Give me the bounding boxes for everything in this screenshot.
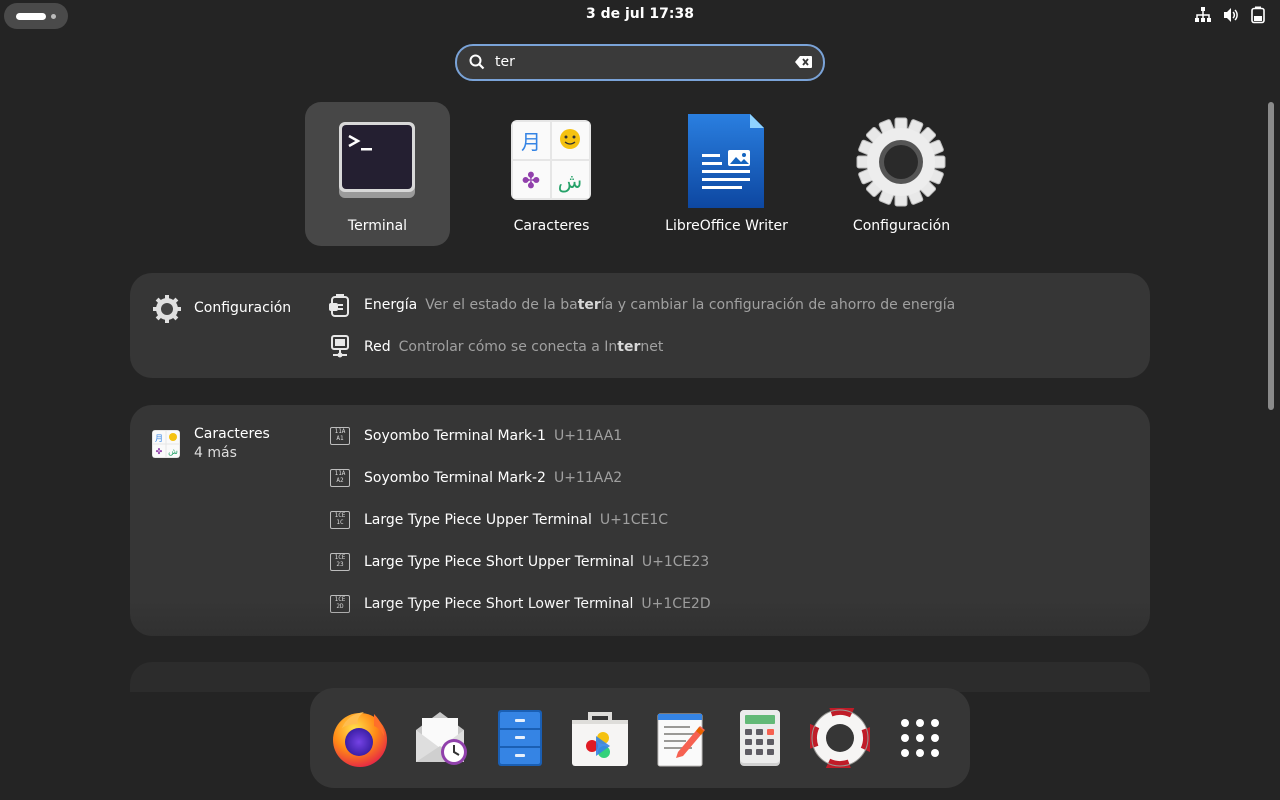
result-title: Soyombo Terminal Mark-2 (364, 470, 546, 486)
provider-more-count[interactable]: 4 más (194, 445, 237, 461)
clear-search-icon[interactable] (795, 55, 813, 69)
missing-glyph-icon: 11A A1 (328, 424, 352, 448)
provider-name: Caracteres (194, 426, 270, 442)
svg-text:ش: ش (558, 169, 582, 193)
files-icon[interactable] (490, 708, 550, 768)
volume-icon (1224, 8, 1238, 22)
result-description: Controlar cómo se conecta a Internet (398, 339, 664, 355)
result-title: Large Type Piece Short Upper Terminal (364, 554, 634, 570)
results-scrollbar[interactable] (1268, 102, 1274, 410)
clock[interactable]: 3 de jul 17:38 (0, 6, 1280, 22)
settings-results-panel: Configuración Energía Ver el estado de l… (130, 273, 1150, 378)
terminal-icon (337, 120, 417, 200)
result-code: U+1CE23 (641, 554, 710, 570)
result-row-character[interactable]: 1CE 2D Large Type Piece Short Lower Termi… (328, 592, 711, 616)
software-icon[interactable] (570, 708, 630, 768)
battery-icon (1251, 6, 1265, 24)
show-apps-icon[interactable] (890, 708, 950, 768)
result-code: U+1CE1C (599, 512, 669, 528)
result-row-character[interactable]: 1CE 1C Large Type Piece Upper Terminal U+… (328, 508, 668, 532)
app-label: LibreOffice Writer (665, 218, 788, 234)
help-icon[interactable] (807, 705, 873, 771)
search-entry[interactable] (455, 44, 825, 81)
app-result-configuracion[interactable]: Configuración (829, 102, 974, 246)
settings-gear-icon (856, 117, 946, 207)
result-description: Ver el estado de la batería y cambiar la… (425, 297, 956, 313)
app-label: Configuración (852, 218, 951, 234)
characters-provider-icon: 月 ✤ ش (152, 430, 180, 462)
result-row-character[interactable]: 1CE 23 Large Type Piece Short Upper Termi… (328, 550, 709, 574)
svg-text:月: 月 (155, 434, 163, 443)
svg-text:ش: ش (168, 447, 178, 456)
missing-glyph-icon: 1CE 1C (328, 508, 352, 532)
power-icon (328, 293, 352, 317)
text-editor-icon[interactable] (650, 708, 710, 768)
svg-text:月: 月 (521, 130, 541, 154)
result-title: Large Type Piece Upper Terminal (364, 512, 592, 528)
result-title: Energía (364, 297, 418, 313)
result-code: U+1CE2D (641, 596, 711, 612)
app-result-caracteres[interactable]: 月 ✤ ش Caracteres (479, 102, 624, 246)
result-title: Soyombo Terminal Mark-1 (364, 428, 546, 444)
result-code: U+11AA2 (553, 470, 623, 486)
result-row-character[interactable]: 11A A1 Soyombo Terminal Mark-1 U+11AA1 (328, 424, 622, 448)
app-label: Terminal (347, 218, 408, 234)
firefox-icon[interactable] (330, 708, 390, 768)
svg-text:✤: ✤ (156, 447, 163, 456)
result-row-energia[interactable]: Energía Ver el estado de la batería y ca… (328, 293, 955, 317)
result-row-character[interactable]: 11A A2 Soyombo Terminal Mark-2 U+11AA2 (328, 466, 622, 490)
dash (310, 688, 970, 788)
app-result-terminal[interactable]: Terminal (305, 102, 450, 246)
network-icon (1195, 7, 1211, 22)
settings-provider-icon (152, 294, 182, 328)
system-tray[interactable] (1194, 6, 1266, 24)
evolution-mail-icon[interactable] (410, 708, 470, 768)
app-label: Caracteres (513, 218, 590, 234)
characters-icon: 月 ✤ ش (511, 120, 591, 200)
missing-glyph-icon: 1CE 2D (328, 592, 352, 616)
libreoffice-writer-icon (686, 114, 766, 208)
calculator-icon[interactable] (730, 708, 790, 768)
network-wired-icon (328, 335, 352, 359)
result-title: Red (364, 339, 391, 355)
search-input[interactable] (495, 50, 785, 74)
result-code: U+11AA1 (553, 428, 623, 444)
svg-text:✤: ✤ (522, 169, 540, 194)
top-bar: 3 de jul 17:38 (0, 0, 1280, 32)
provider-name: Configuración (194, 300, 292, 316)
app-result-libreoffice-writer[interactable]: LibreOffice Writer (654, 102, 799, 246)
result-row-red[interactable]: Red Controlar cómo se conecta a Internet (328, 335, 663, 359)
search-icon (469, 54, 485, 70)
characters-results-panel: 月 ✤ ش Caracteres 4 más 11A A1 Soyombo Ter… (130, 405, 1150, 636)
missing-glyph-icon: 11A A2 (328, 466, 352, 490)
missing-glyph-icon: 1CE 23 (328, 550, 352, 574)
result-title: Large Type Piece Short Lower Terminal (364, 596, 634, 612)
